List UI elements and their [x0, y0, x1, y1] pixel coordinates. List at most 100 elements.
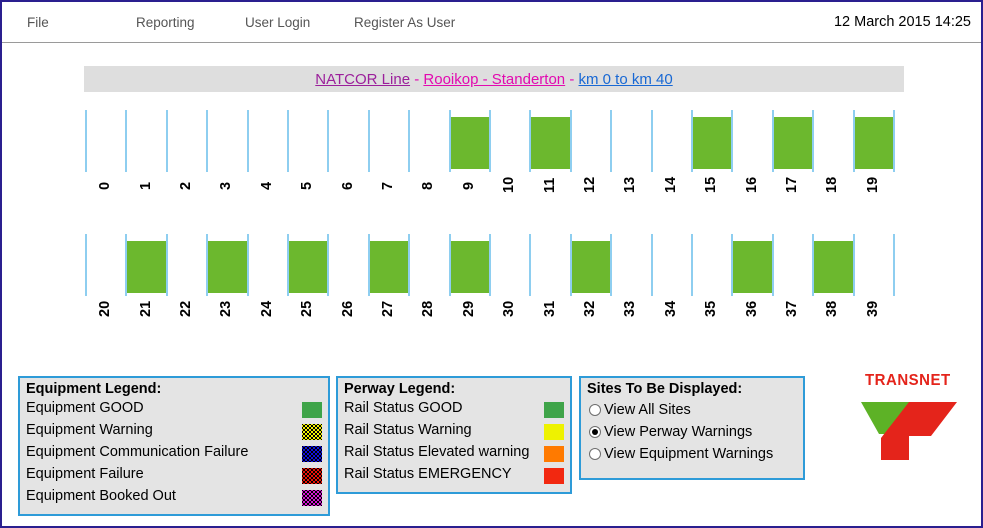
perway-legend-swatch-icon — [544, 424, 564, 440]
km-status-block[interactable] — [693, 117, 732, 169]
km-status-block[interactable] — [208, 241, 247, 293]
perway-legend-label: Rail Status GOOD — [344, 400, 463, 416]
perway-legend-swatch-icon — [544, 402, 564, 418]
km-label: 5 — [299, 181, 316, 191]
km-tick — [610, 110, 613, 172]
perway-legend-swatch-icon — [544, 468, 564, 484]
datetime-display: 12 March 2015 14:25 — [833, 14, 971, 30]
equipment-legend-swatch-icon — [302, 402, 322, 418]
km-status-block[interactable] — [369, 241, 409, 293]
km-label: 13 — [622, 176, 639, 193]
km-status-block[interactable] — [773, 117, 813, 169]
km-tick — [650, 234, 653, 296]
menu-reporting[interactable]: Reporting — [136, 15, 195, 30]
km-tick — [327, 234, 330, 296]
km-label: 22 — [178, 300, 194, 317]
km-status-block[interactable] — [733, 241, 772, 293]
equipment-legend-label: Equipment Booked Out — [26, 488, 176, 504]
km-tick — [165, 110, 168, 172]
perway-legend-row: Rail Status Warning — [344, 421, 564, 443]
perway-legend-row: Rail Status EMERGENCY — [344, 465, 564, 487]
perway-legend-panel: Perway Legend: Rail Status GOOD Rail Stat… — [336, 376, 572, 494]
km-status-block[interactable] — [127, 241, 166, 293]
transnet-logo-text: TRANSNET — [865, 371, 951, 390]
km-tick — [893, 110, 895, 172]
km-status-block[interactable] — [854, 117, 893, 169]
km-label: 23 — [218, 300, 235, 317]
km-label: 4 — [258, 181, 275, 191]
perway-legend-row: Rail Status GOOD — [344, 399, 564, 421]
km-tick — [125, 110, 128, 172]
sites-radio-label: View Perway Warnings — [604, 424, 753, 440]
application-window: File Reporting User Login Register As Us… — [0, 0, 983, 528]
km-row-0-19-track — [2, 106, 981, 174]
km-label: 2 — [178, 181, 194, 191]
link-km-range[interactable]: km 0 to km 40 — [579, 71, 673, 88]
km-status-block[interactable] — [289, 241, 328, 293]
equipment-legend-row: Equipment Booked Out — [26, 487, 322, 509]
km-label: 21 — [137, 300, 154, 317]
sites-radio-group[interactable]: View All Sites View Perway Warnings View E… — [581, 399, 803, 465]
km-label: 10 — [501, 176, 518, 193]
equipment-legend-title: Equipment Legend: — [26, 381, 162, 397]
km-tick — [367, 110, 370, 172]
km-tick — [327, 110, 330, 172]
equipment-legend-swatch-icon — [302, 490, 322, 506]
sites-radio-option[interactable]: View Perway Warnings — [589, 421, 797, 443]
transnet-logo: TRANSNET — [847, 372, 967, 467]
sites-panel-title: Sites To Be Displayed: — [587, 381, 743, 397]
radio-button-icon[interactable] — [589, 426, 601, 438]
km-label: 31 — [541, 300, 558, 317]
km-tick — [731, 110, 734, 172]
perway-legend-label: Rail Status EMERGENCY — [344, 466, 512, 482]
km-tick — [408, 234, 411, 296]
km-tick — [287, 110, 289, 172]
km-status-block[interactable] — [814, 241, 853, 293]
link-route-name[interactable]: Rooikop - Standerton — [423, 71, 565, 88]
km-label: 6 — [339, 181, 356, 191]
km-label: 0 — [97, 181, 114, 191]
km-tick — [852, 234, 855, 296]
km-status-block[interactable] — [450, 117, 489, 169]
km-label: 37 — [784, 300, 800, 317]
sites-radio-option[interactable]: View All Sites — [589, 399, 797, 421]
equipment-legend-panel: Equipment Legend: Equipment GOOD Equipmen… — [18, 376, 330, 516]
radio-button-icon[interactable] — [589, 404, 601, 416]
perway-legend-title: Perway Legend: — [344, 381, 456, 397]
km-label: 1 — [137, 181, 154, 191]
km-label: 36 — [743, 300, 760, 317]
title-separator-2: - — [565, 70, 579, 88]
km-label: 30 — [501, 300, 518, 317]
km-label: 20 — [97, 300, 114, 317]
km-tick — [650, 110, 653, 172]
km-tick — [771, 234, 774, 296]
km-status-block[interactable] — [531, 117, 570, 169]
km-tick — [529, 234, 532, 296]
km-tick — [206, 110, 209, 172]
link-line-name[interactable]: NATCOR Line — [315, 71, 410, 88]
perway-legend-label: Rail Status Warning — [344, 422, 472, 438]
menu-file[interactable]: File — [27, 15, 49, 30]
radio-button-icon[interactable] — [589, 448, 601, 460]
equipment-legend-swatch-icon — [302, 424, 322, 440]
km-tick — [85, 110, 87, 172]
km-label: 8 — [420, 181, 437, 191]
route-title-bar: NATCOR Line - Rooikop - Standerton - km … — [84, 66, 904, 92]
km-label: 33 — [622, 300, 639, 317]
equipment-legend-row: Equipment Communication Failure — [26, 443, 322, 465]
menu-user-login[interactable]: User Login — [245, 15, 310, 30]
perway-legend-rows: Rail Status GOOD Rail Status Warning Rail … — [338, 399, 570, 487]
title-separator-1: - — [410, 70, 424, 88]
equipment-legend-label: Equipment Failure — [26, 466, 144, 482]
menu-register-as-user[interactable]: Register As User — [354, 15, 455, 30]
km-label: 26 — [339, 300, 356, 317]
km-label: 15 — [703, 176, 720, 193]
km-label: 32 — [582, 300, 598, 317]
km-label: 14 — [662, 176, 679, 193]
km-tick — [812, 110, 815, 172]
sites-radio-option[interactable]: View Equipment Warnings — [589, 443, 797, 465]
km-label: 39 — [864, 300, 881, 317]
km-status-block[interactable] — [450, 241, 489, 293]
km-status-block[interactable] — [571, 241, 611, 293]
perway-legend-label: Rail Status Elevated warning — [344, 444, 530, 460]
